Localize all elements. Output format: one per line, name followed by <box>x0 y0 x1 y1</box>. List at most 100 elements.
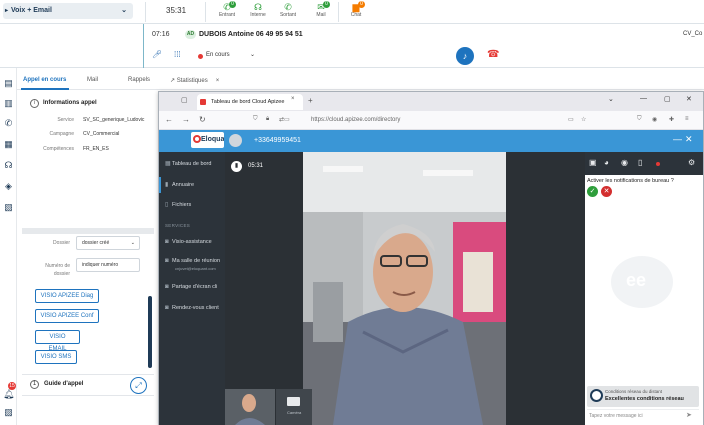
counter-internal[interactable]: ☊ Interne <box>243 2 273 18</box>
contact-avatar <box>229 134 242 147</box>
permissions-icon[interactable]: ⇄▭ <box>279 116 290 123</box>
visio-apizee-diag-button[interactable]: VISIO APIZEE Diag <box>35 289 99 303</box>
scrollbar[interactable] <box>148 296 152 368</box>
directory-icon: ▮ <box>165 182 169 188</box>
section-divider <box>22 228 154 234</box>
mode-label: Voix + Email <box>11 7 52 14</box>
counter-mail[interactable]: ✉ 0 Mail <box>306 1 336 18</box>
minimize-icon[interactable]: — <box>640 95 647 102</box>
microphone-icon[interactable]: 🎤︎ <box>152 50 162 59</box>
browser-tab[interactable]: Tableau de bord Cloud Apizee <box>197 94 303 110</box>
mailbox-icon[interactable]: ▦ <box>3 139 14 150</box>
decline-notifications-button[interactable]: ✕ <box>601 186 612 197</box>
field-label: Campagne <box>49 131 74 137</box>
reader-icon[interactable]: ▭ <box>568 116 574 123</box>
tab-appel-en-cours[interactable]: Appel en cours <box>23 77 66 83</box>
mail-icon: ✉ 0 <box>314 1 330 12</box>
record-dot[interactable] <box>656 162 660 166</box>
dossier-select[interactable]: dossier créé ⌄ <box>76 236 140 250</box>
gear-icon[interactable]: ⚙ <box>688 158 695 167</box>
message-input[interactable]: Tapez votre message ici <box>587 409 699 423</box>
remote-video-image <box>303 152 506 425</box>
sidebar-item-visio[interactable]: ◙ Visio-assistance <box>165 239 212 245</box>
phone-history-icon[interactable]: ✆ <box>3 118 14 129</box>
camera-button[interactable] <box>276 389 312 425</box>
visio-icon: ◙ <box>165 239 169 245</box>
accept-notifications-button[interactable]: ✓ <box>587 186 598 197</box>
tab-overview-icon[interactable]: ▢ <box>181 96 188 104</box>
screen-share-icon[interactable]: ▣ <box>589 158 597 167</box>
counter-label: Mail <box>316 12 326 18</box>
pocket-icon[interactable]: ⛉ <box>637 116 642 123</box>
sidebar-section-title: SERVICES <box>165 223 191 228</box>
chat-icon: ▆ 0 <box>349 1 365 12</box>
guide-number: 1 <box>30 380 39 389</box>
counter-incoming[interactable]: ✆ 0 Entrant <box>212 1 242 18</box>
counter-chat[interactable]: ▆ 0 Chat <box>341 1 371 18</box>
visio-apizee-conf-button[interactable]: VISIO APIZEE Conf <box>35 309 99 323</box>
sidebar-item-files[interactable]: ▯ Fichiers <box>165 201 191 208</box>
campaign-label: CV_Co <box>683 31 703 37</box>
incoming-call-icon: ✆ 0 <box>220 1 236 12</box>
message-icon[interactable]: ▥ <box>3 98 14 109</box>
remote-video <box>303 152 506 425</box>
status-dot <box>198 54 203 59</box>
visio-sms-button[interactable]: VISIO SMS <box>35 350 77 364</box>
palette-icon[interactable]: ◕ <box>604 158 609 167</box>
hold-music-button[interactable]: ♪ <box>456 47 474 65</box>
counter-outgoing[interactable]: ✆ Sortant <box>273 2 303 18</box>
url-bar[interactable]: https://cloud.apizee.com/directory <box>311 117 400 123</box>
back-icon[interactable]: ← <box>165 115 173 124</box>
headset-icon[interactable]: ☊ <box>3 160 14 171</box>
self-video[interactable] <box>225 389 275 425</box>
tab-mail[interactable]: Mail <box>87 77 98 83</box>
close-icon[interactable]: × <box>216 78 220 84</box>
visio-email-button[interactable]: VISIO EMAIL <box>35 330 80 352</box>
chart-icon[interactable]: ▨ <box>3 407 14 418</box>
tab-statistiques[interactable]: ↗ Statistiques × <box>170 77 219 84</box>
minimize-icon[interactable]: — <box>673 134 682 144</box>
group-icon: ◙ <box>165 284 169 290</box>
field-value: FR_EN_ES <box>83 146 109 152</box>
dossier-number-input[interactable]: indiquer numéro <box>76 258 140 272</box>
info-icon: i <box>30 99 39 108</box>
chevron-down-icon[interactable]: ⌄ <box>250 51 255 58</box>
close-icon[interactable]: × <box>291 96 295 102</box>
counter-label: Entrant <box>218 12 236 18</box>
new-tab-icon[interactable]: + <box>308 96 313 105</box>
video-call-timer: 05:31 <box>248 163 264 169</box>
sidebar-item-room[interactable]: ◙ Ma salle de réunion <box>165 258 220 264</box>
chevron-down-icon[interactable]: ⌄ <box>608 95 614 103</box>
forward-icon[interactable]: → <box>182 115 190 124</box>
bookmark-icon[interactable]: ☆ <box>581 116 586 123</box>
mobile-icon[interactable]: ▯ <box>638 158 642 167</box>
mode-selector[interactable]: ▸ Voix + Email ⌄ <box>3 3 133 19</box>
keypad-icon[interactable]: ⁞⁞⁞ <box>174 50 181 59</box>
sidebar-item-dashboard[interactable]: ▦Tableau de bord <box>165 160 211 167</box>
chart-icon: ↗ <box>170 78 177 84</box>
document-icon[interactable]: ▧ <box>3 202 14 213</box>
call-status[interactable]: En cours <box>206 52 230 58</box>
field-label: Service <box>57 117 74 123</box>
diamond-icon[interactable]: ◈ <box>3 181 14 192</box>
inbox-icon[interactable]: ▤ <box>3 78 14 89</box>
sidebar-item-share[interactable]: ◙ Partage d'écran cli <box>165 284 217 290</box>
send-icon[interactable]: ➤ <box>686 411 692 419</box>
account-icon[interactable]: ◉ <box>652 116 657 123</box>
location-icon[interactable]: ◉ <box>621 158 628 167</box>
extensions-icon[interactable]: ✚ <box>669 116 674 123</box>
counter-label: Sortant <box>279 12 297 18</box>
network-quality-icon <box>590 389 603 402</box>
maximize-icon[interactable]: ▢ <box>664 95 671 103</box>
expand-icon[interactable]: ⤢ <box>130 377 147 394</box>
sidebar-item-appointments[interactable]: ◙ Rendez-vous client <box>165 305 219 311</box>
close-icon[interactable]: ✕ <box>685 134 693 145</box>
menu-icon[interactable]: ≡ <box>685 116 689 122</box>
reload-icon[interactable]: ↻ <box>199 115 206 124</box>
hangup-button[interactable]: ☎ <box>487 49 499 60</box>
sidebar-item-directory[interactable]: ▮ Annuaire <box>165 181 194 188</box>
close-icon[interactable]: ✕ <box>686 95 692 103</box>
tab-rappels[interactable]: Rappels <box>128 77 150 83</box>
bell-icon[interactable]: 🔔︎ <box>3 389 14 400</box>
camera-label: Caméra <box>287 410 302 415</box>
